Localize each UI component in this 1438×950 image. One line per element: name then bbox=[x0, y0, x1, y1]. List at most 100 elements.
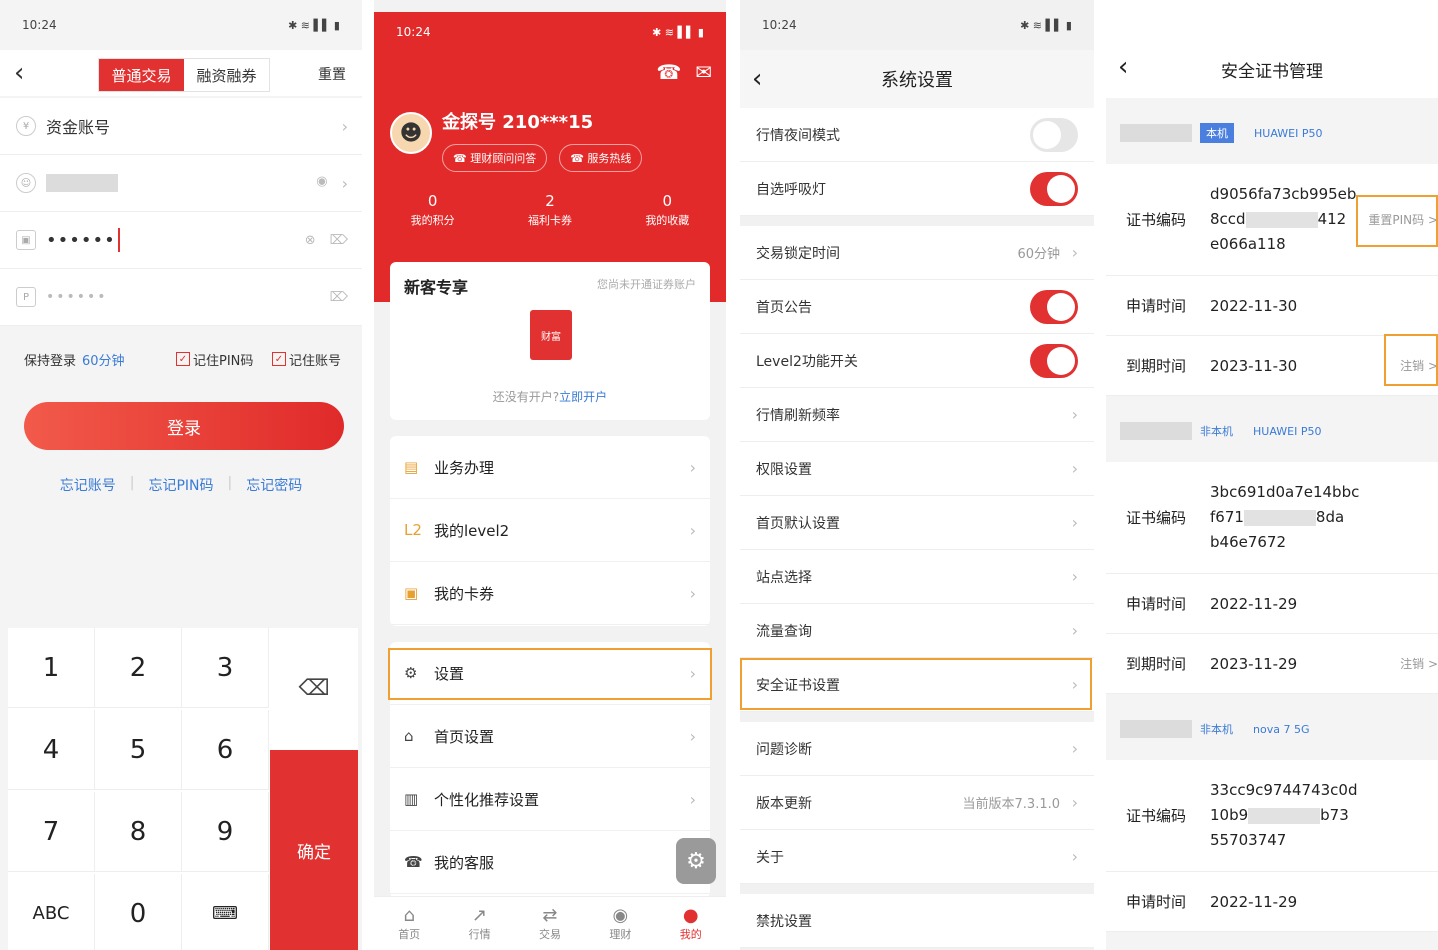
tab-normal-trade[interactable]: 普通交易 bbox=[99, 59, 184, 91]
menu-home-settings[interactable]: ⌂ 首页设置 › bbox=[390, 705, 710, 768]
open-account-text: 还没有开户? bbox=[492, 390, 560, 404]
login-button[interactable]: 登录 bbox=[24, 402, 344, 450]
key-8[interactable]: 8 bbox=[95, 792, 182, 872]
setting-version[interactable]: 版本更新 当前版本7.3.1.0 › bbox=[740, 776, 1094, 830]
home-notice-toggle[interactable] bbox=[1030, 289, 1078, 324]
chevron-right-icon: › bbox=[689, 457, 696, 477]
key-9[interactable]: 9 bbox=[182, 792, 269, 872]
masked-code bbox=[1248, 807, 1321, 824]
tab-market[interactable]: ↗ 行情 bbox=[469, 905, 491, 942]
advisor-pill[interactable]: ☎ 理财顾问问答 bbox=[442, 144, 548, 172]
open-account-link[interactable]: 立即开户 bbox=[559, 390, 607, 404]
avatar[interactable]: ☻ bbox=[390, 112, 432, 154]
breathing-light-toggle[interactable] bbox=[1030, 171, 1078, 206]
remember-account-label: 记住账号 bbox=[289, 353, 342, 369]
cert-code-value: d9056fa73cb995eb 8ccd 412 e066a118 bbox=[1210, 182, 1356, 257]
chevron-right-icon: › bbox=[1071, 243, 1078, 262]
reset-button[interactable]: 重置 bbox=[318, 64, 346, 84]
forgot-password-link[interactable]: 忘记密码 bbox=[246, 475, 302, 495]
menu-coupons[interactable]: ▣ 我的卡券 › bbox=[390, 562, 710, 625]
remember-pin-label: 记住PIN码 bbox=[193, 353, 254, 369]
yen-icon: ¥ bbox=[16, 116, 36, 136]
promo-image[interactable]: 财富 bbox=[530, 310, 572, 360]
setting-label: 关于 bbox=[756, 849, 784, 866]
account-input[interactable]: ☺ ◉ › bbox=[0, 155, 362, 212]
clear-icon[interactable]: ⊗ bbox=[305, 233, 316, 248]
setting-lock-time[interactable]: 交易锁定时间 60分钟 › bbox=[740, 226, 1094, 280]
remember-pin-checkbox[interactable]: ✓ 记住PIN码 bbox=[176, 350, 253, 369]
cancel-cert-button[interactable]: 注销 > bbox=[1400, 655, 1438, 672]
chevron-right-icon[interactable]: › bbox=[342, 174, 348, 193]
menu-business[interactable]: ▤ 业务办理 › bbox=[390, 436, 710, 499]
cert-code-line: d9056fa73cb995eb bbox=[1210, 185, 1357, 203]
tab-trade[interactable]: ⇄ 交易 bbox=[539, 905, 561, 942]
reset-pin-highlight bbox=[1356, 195, 1438, 247]
night-mode-toggle[interactable] bbox=[1030, 117, 1078, 152]
forgot-pin-link[interactable]: 忘记PIN码 bbox=[148, 475, 213, 495]
menu-label: 个性化推荐设置 bbox=[434, 790, 540, 809]
setting-label: Level2功能开关 bbox=[756, 353, 858, 370]
menu-customer-service[interactable]: ☎ 我的客服 bbox=[390, 831, 710, 894]
remember-account-checkbox[interactable]: ✓ 记住账号 bbox=[272, 350, 341, 369]
setting-site-select[interactable]: 站点选择 › bbox=[740, 550, 1094, 604]
chevron-right-icon: › bbox=[1071, 621, 1078, 640]
menu-recommend-settings[interactable]: ▥ 个性化推荐设置 › bbox=[390, 768, 710, 831]
key-0[interactable]: 0 bbox=[95, 874, 182, 950]
setting-permission[interactable]: 权限设置 › bbox=[740, 442, 1094, 496]
setting-label: 版本更新 bbox=[756, 795, 812, 812]
masked-device-name bbox=[1120, 720, 1192, 738]
setting-home-notice: 首页公告 bbox=[740, 280, 1094, 334]
chevron-right-icon: › bbox=[1071, 847, 1078, 866]
setting-dnd[interactable]: 禁扰设置 bbox=[740, 894, 1094, 948]
stat-coupons[interactable]: 2 福利卡券 bbox=[528, 192, 572, 228]
pin-input[interactable]: P •••••• ⌦ bbox=[0, 269, 362, 326]
menu-label: 我的level2 bbox=[434, 521, 510, 540]
password-input[interactable]: ▣ •••••• ⊗ ⌦ bbox=[0, 212, 362, 269]
backspace-icon[interactable]: ⌫ bbox=[270, 648, 358, 728]
hotline-pill[interactable]: ☎ 服务热线 bbox=[559, 144, 643, 172]
eye-closed-icon[interactable]: ⌦ bbox=[330, 233, 348, 248]
key-7[interactable]: 7 bbox=[8, 792, 95, 872]
key-1[interactable]: 1 bbox=[8, 628, 95, 708]
menu-label: 我的客服 bbox=[434, 853, 495, 872]
eye-closed-icon[interactable]: ⌦ bbox=[330, 290, 348, 305]
apply-time-label: 申请时间 bbox=[1126, 595, 1187, 613]
key-3[interactable]: 3 bbox=[182, 628, 269, 708]
cert-nav: ‹ 安全证书管理 bbox=[1106, 0, 1438, 98]
key-4[interactable]: 4 bbox=[8, 710, 95, 790]
back-icon[interactable]: ‹ bbox=[14, 58, 24, 88]
headset-icon[interactable]: ☎ bbox=[656, 60, 681, 84]
forgot-account-link[interactable]: 忘记账号 bbox=[60, 475, 116, 495]
back-icon[interactable]: ‹ bbox=[1118, 52, 1128, 82]
tab-label: 首页 bbox=[398, 928, 421, 941]
setting-traffic[interactable]: 流量查询 › bbox=[740, 604, 1094, 658]
cert-code-part: 8ccd bbox=[1210, 210, 1246, 228]
stat-favorites[interactable]: 0 我的收藏 bbox=[645, 192, 689, 228]
setting-home-default[interactable]: 首页默认设置 › bbox=[740, 496, 1094, 550]
tab-mine[interactable]: ● 我的 bbox=[680, 905, 702, 942]
key-abc[interactable]: ABC bbox=[8, 874, 95, 950]
level2-toggle[interactable] bbox=[1030, 343, 1078, 378]
back-icon[interactable]: ‹ bbox=[752, 64, 762, 94]
setting-about[interactable]: 关于 › bbox=[740, 830, 1094, 884]
keep-login-duration[interactable]: 60分钟 bbox=[82, 350, 125, 369]
tab-margin-trade[interactable]: 融资融券 bbox=[184, 59, 269, 91]
key-6[interactable]: 6 bbox=[182, 710, 269, 790]
menu-level2[interactable]: L2 我的level2 › bbox=[390, 499, 710, 562]
key-5[interactable]: 5 bbox=[95, 710, 182, 790]
status-icons: ✱ ≋ ▌▌ ▮ bbox=[1020, 18, 1072, 32]
keyboard-hide-icon[interactable]: ⌨ bbox=[182, 874, 269, 950]
setting-refresh-rate[interactable]: 行情刷新频率 › bbox=[740, 388, 1094, 442]
confirm-button[interactable]: 确定 bbox=[270, 750, 358, 950]
eye-icon[interactable]: ◉ bbox=[316, 174, 327, 193]
floating-settings-icon[interactable]: ⚙ bbox=[676, 838, 716, 884]
menu-group-1: ▤ 业务办理 › L2 我的level2 › ▣ 我的卡券 › bbox=[390, 436, 710, 626]
key-2[interactable]: 2 bbox=[95, 628, 182, 708]
cert-code-row: 证书编码 33cc9c9744743c0d 10b9 b73 55703747 bbox=[1106, 760, 1438, 872]
setting-diagnosis[interactable]: 问题诊断 › bbox=[740, 722, 1094, 776]
account-type-row[interactable]: ¥ 资金账号 › bbox=[0, 98, 362, 155]
tab-wealth[interactable]: ◉ 理财 bbox=[609, 905, 631, 942]
tab-home[interactable]: ⌂ 首页 bbox=[398, 905, 420, 942]
mail-icon[interactable]: ✉ bbox=[695, 60, 712, 84]
stat-points[interactable]: 0 我的积分 bbox=[411, 192, 455, 228]
